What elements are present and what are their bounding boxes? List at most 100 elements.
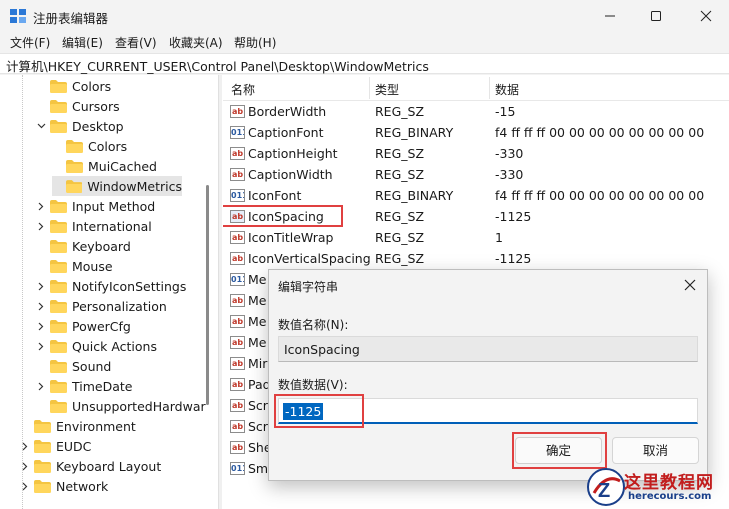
string-value-icon: ab: [230, 294, 245, 307]
cancel-button[interactable]: 取消: [612, 437, 699, 464]
tree-item-eudc[interactable]: EUDC: [20, 436, 91, 456]
tree-item-cursors[interactable]: Cursors: [36, 96, 120, 116]
list-row[interactable]: ab CaptionWidth REG_SZ -330: [223, 164, 729, 185]
chevron-right-icon[interactable]: [36, 341, 46, 351]
folder-icon: [50, 259, 67, 273]
chevron-right-icon[interactable]: [36, 381, 46, 391]
value-name-label: 数值名称(N):: [278, 318, 349, 332]
menu-view[interactable]: 查看(V): [115, 34, 157, 51]
close-icon[interactable]: [681, 276, 699, 294]
folder-icon: [65, 179, 83, 193]
string-value-icon: ab: [230, 441, 245, 454]
tree-item-international[interactable]: International: [36, 216, 152, 236]
dialog-title: 编辑字符串: [278, 280, 339, 294]
tree-item-desktop-colors[interactable]: Colors: [52, 136, 127, 156]
list-header: 名称 类型 数据: [223, 75, 729, 101]
string-value-icon: ab: [230, 378, 245, 391]
tree-item-muicached[interactable]: MuiCached: [52, 156, 157, 176]
menu-favorites[interactable]: 收藏夹(A): [169, 34, 223, 51]
folder-icon: [66, 139, 83, 153]
string-value-icon: ab: [230, 105, 245, 118]
list-row[interactable]: ab CaptionHeight REG_SZ -330: [223, 143, 729, 164]
folder-icon: [50, 199, 67, 213]
list-row[interactable]: ab IconTitleWrap REG_SZ 1: [223, 227, 729, 248]
tree-item-keyboard-layout[interactable]: Keyboard Layout: [20, 456, 161, 476]
tree-item-quick-actions[interactable]: Quick Actions: [36, 336, 157, 356]
highlight-box-iconspacing: [223, 205, 343, 227]
column-header-data[interactable]: 数据: [495, 81, 519, 98]
tree-pane: Colors Cursors Desktop Colors MuiCached …: [0, 75, 214, 509]
minimize-button[interactable]: [587, 0, 633, 32]
column-header-type[interactable]: 类型: [375, 81, 399, 98]
binary-value-icon: 011: [230, 189, 245, 202]
tree-item-powercfg[interactable]: PowerCfg: [36, 316, 131, 336]
tree-item-desktop[interactable]: Desktop: [36, 116, 124, 136]
tree-item-colors[interactable]: Colors: [36, 76, 111, 96]
tree-item-windowmetrics[interactable]: WindowMetrics: [52, 176, 182, 196]
folder-icon: [50, 339, 67, 353]
regedit-icon: [10, 9, 26, 23]
value-name-field: IconSpacing: [278, 336, 698, 362]
value-data-label: 数值数据(V):: [278, 378, 348, 392]
svg-text:Z: Z: [598, 480, 610, 502]
column-header-name[interactable]: 名称: [231, 81, 255, 98]
chevron-right-icon[interactable]: [20, 481, 30, 491]
tree-item-input-method[interactable]: Input Method: [36, 196, 155, 216]
string-value-icon: ab: [230, 168, 245, 181]
window-title: 注册表编辑器: [33, 11, 109, 26]
tree-item-timedate[interactable]: TimeDate: [36, 376, 132, 396]
tree-item-personalization[interactable]: Personalization: [36, 296, 167, 316]
string-value-icon: ab: [230, 336, 245, 349]
tree-item-notifyiconsettings[interactable]: NotifyIconSettings: [36, 276, 186, 296]
chevron-down-icon[interactable]: [36, 121, 46, 131]
binary-value-icon: 011: [230, 126, 245, 139]
folder-icon: [50, 319, 67, 333]
folder-icon: [50, 399, 67, 413]
tree-item-mouse[interactable]: Mouse: [36, 256, 113, 276]
string-value-icon: ab: [230, 357, 245, 370]
address-path: 计算机\HKEY_CURRENT_USER\Control Panel\Desk…: [6, 59, 429, 74]
maximize-button[interactable]: [633, 0, 679, 32]
binary-value-icon: 011: [230, 273, 245, 286]
folder-icon: [50, 359, 67, 373]
chevron-right-icon[interactable]: [36, 201, 46, 211]
string-value-icon: ab: [230, 252, 245, 265]
folder-icon: [34, 479, 51, 493]
folder-icon: [50, 299, 67, 313]
tree-item-keyboard[interactable]: Keyboard: [36, 236, 131, 256]
watermark-url: herecours.com: [628, 491, 712, 502]
close-icon: [700, 10, 712, 22]
pane-splitter[interactable]: [218, 75, 222, 509]
list-row[interactable]: ab IconVerticalSpacing REG_SZ -1125: [223, 248, 729, 269]
list-row[interactable]: 011 IconFont REG_BINARY f4 ff ff ff 00 0…: [223, 185, 729, 206]
highlight-box-value-data: [274, 394, 364, 428]
menu-edit[interactable]: 编辑(E): [62, 34, 103, 51]
list-row[interactable]: ab BorderWidth REG_SZ -15: [223, 101, 729, 122]
string-value-icon: ab: [230, 399, 245, 412]
chevron-right-icon[interactable]: [36, 321, 46, 331]
minimize-icon: [605, 15, 615, 17]
chevron-right-icon[interactable]: [36, 221, 46, 231]
chevron-right-icon[interactable]: [36, 301, 46, 311]
folder-open-icon: [50, 119, 67, 133]
address-bar[interactable]: 计算机\HKEY_CURRENT_USER\Control Panel\Desk…: [0, 53, 729, 74]
close-button[interactable]: [683, 0, 729, 32]
folder-icon: [50, 79, 67, 93]
tree-item-unsupportedhardware[interactable]: UnsupportedHardwar: [36, 396, 206, 416]
chevron-right-icon[interactable]: [20, 441, 30, 451]
folder-icon: [34, 439, 51, 453]
menu-bar: 文件(F) 编辑(E) 查看(V) 收藏夹(A) 帮助(H): [0, 32, 729, 52]
menu-file[interactable]: 文件(F): [10, 34, 50, 51]
menu-help[interactable]: 帮助(H): [234, 34, 276, 51]
tree-item-environment[interactable]: Environment: [20, 416, 136, 436]
folder-icon: [50, 379, 67, 393]
chevron-right-icon[interactable]: [20, 461, 30, 471]
chevron-right-icon[interactable]: [36, 281, 46, 291]
tree-item-sound[interactable]: Sound: [36, 356, 111, 376]
folder-icon: [50, 99, 67, 113]
list-row[interactable]: 011 CaptionFont REG_BINARY f4 ff ff ff 0…: [223, 122, 729, 143]
string-value-icon: ab: [230, 231, 245, 244]
tree-item-network[interactable]: Network: [20, 476, 108, 496]
tree-scrollbar[interactable]: [206, 185, 209, 405]
string-value-icon: ab: [230, 315, 245, 328]
